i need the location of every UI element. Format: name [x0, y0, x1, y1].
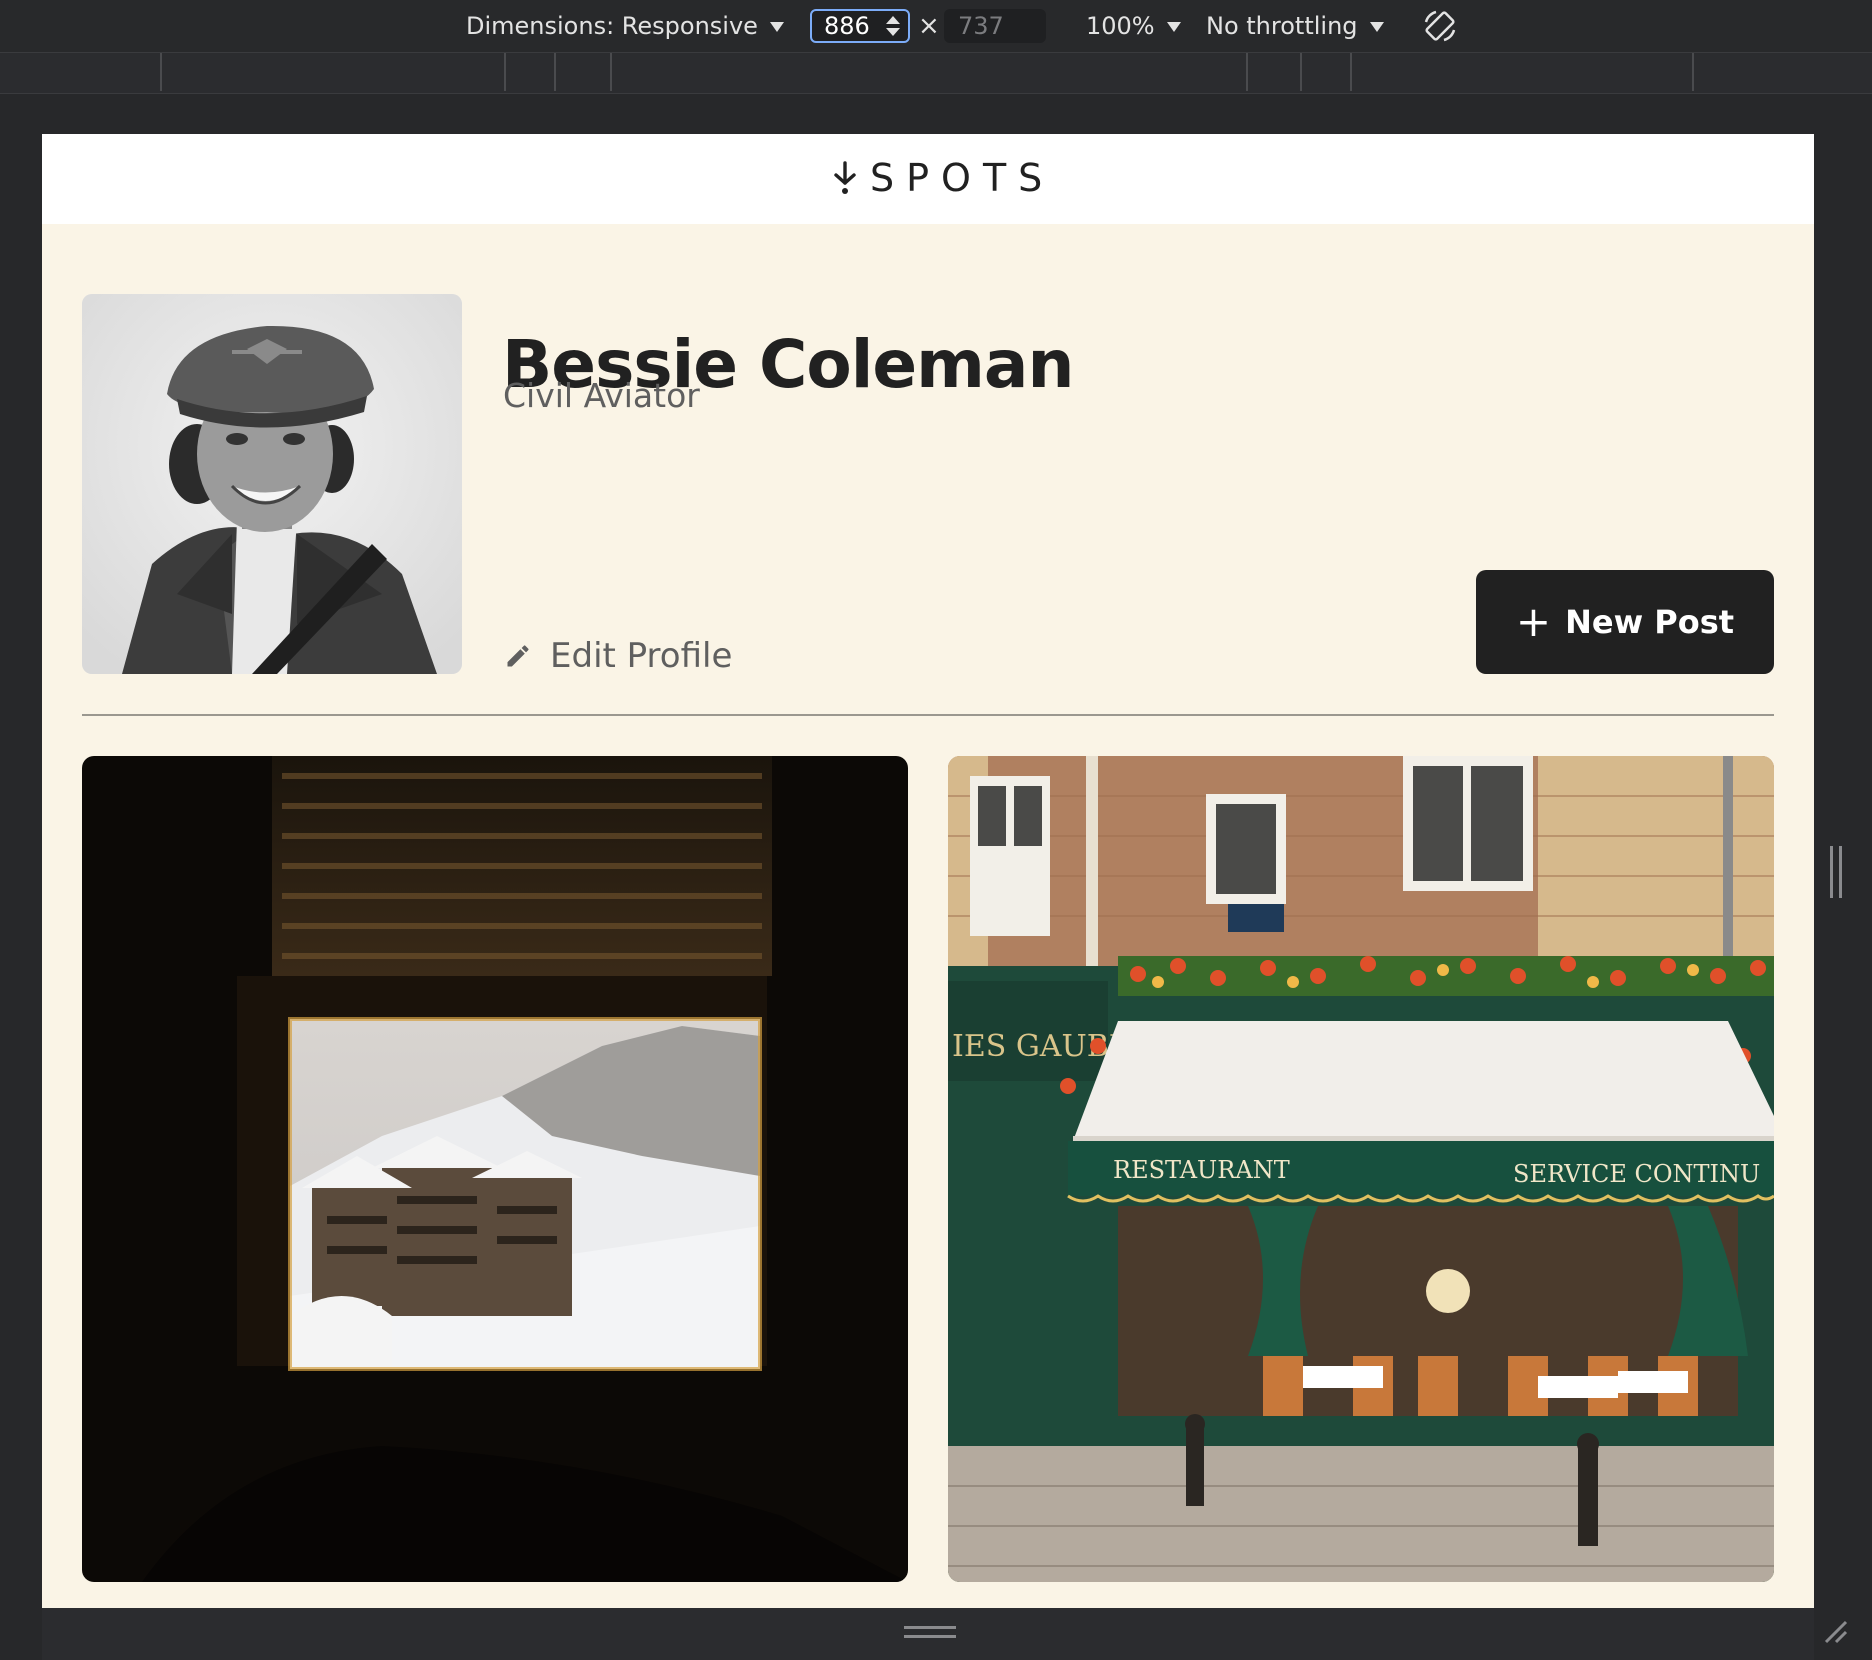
page-viewport: SPOTS Bessie Coleman Civil Aviator Edit … — [42, 134, 1814, 1608]
throttling-label: No throttling — [1206, 12, 1358, 40]
zoom-label: 100% — [1086, 12, 1155, 40]
plus-icon: + — [1515, 597, 1552, 646]
chevron-down-icon — [769, 22, 784, 32]
width-value: 886 — [824, 12, 870, 40]
pencil-icon — [507, 645, 529, 667]
avatar-portrait-image — [82, 294, 462, 674]
viewport-bottom-resize-handle[interactable] — [904, 1626, 956, 1638]
awning-text-restaurant: RESTAURANT — [1113, 1156, 1290, 1184]
ruler-tick[interactable] — [1350, 53, 1352, 91]
dimensions-label: Dimensions: Responsive — [466, 12, 758, 40]
zoom-dropdown[interactable]: 100% — [1086, 10, 1181, 42]
section-divider — [82, 714, 1774, 716]
new-post-button[interactable]: + New Post — [1476, 570, 1774, 674]
ruler-tick[interactable] — [1300, 53, 1302, 91]
width-input[interactable]: 886 — [810, 9, 910, 43]
viewport-right-resize-handle[interactable] — [1830, 846, 1842, 898]
ruler-tick[interactable] — [1692, 53, 1694, 91]
logo-icon — [834, 161, 856, 194]
resize-corner-icon[interactable] — [1822, 1618, 1848, 1644]
stepper-icon[interactable] — [886, 15, 900, 37]
ruler-tick[interactable] — [1246, 53, 1248, 91]
post-card[interactable]: IES GAUBERT RESTAURANT SERVICE CONTINU — [948, 756, 1774, 1582]
chevron-down-icon — [1369, 22, 1384, 32]
post-card[interactable] — [82, 756, 908, 1582]
post-image-snowy-village — [82, 756, 908, 1582]
chevron-down-icon — [1166, 22, 1181, 32]
avatar — [82, 294, 462, 674]
height-value: 737 — [958, 12, 1004, 40]
post-image-paris-restaurant: IES GAUBERT RESTAURANT SERVICE CONTINU — [948, 756, 1774, 1582]
logo[interactable]: SPOTS — [832, 156, 1055, 200]
dimensions-dropdown[interactable]: Dimensions: Responsive — [466, 10, 784, 42]
viewport-bottom-bar — [42, 1608, 1814, 1660]
awning-text-service: SERVICE CONTINU — [1513, 1160, 1760, 1188]
ruler-tick[interactable] — [160, 53, 162, 91]
logo-text: SPOTS — [870, 156, 1055, 200]
profile-description: Civil Aviator — [503, 376, 700, 415]
ruler-tick[interactable] — [504, 53, 506, 91]
media-query-ruler — [0, 53, 1872, 94]
rotate-icon[interactable] — [1422, 8, 1458, 44]
height-input[interactable]: 737 — [944, 9, 1046, 43]
edit-profile-button[interactable]: Edit Profile — [504, 634, 732, 678]
times-symbol: × — [918, 11, 940, 41]
throttling-dropdown[interactable]: No throttling — [1206, 10, 1384, 42]
ruler-tick[interactable] — [610, 53, 612, 91]
devtools-device-toolbar: Dimensions: Responsive 886 × 737 100% No… — [0, 0, 1872, 53]
new-post-label: New Post — [1565, 603, 1735, 641]
site-header: SPOTS — [42, 134, 1814, 224]
edit-profile-label: Edit Profile — [550, 636, 733, 676]
ruler-tick[interactable] — [554, 53, 556, 91]
